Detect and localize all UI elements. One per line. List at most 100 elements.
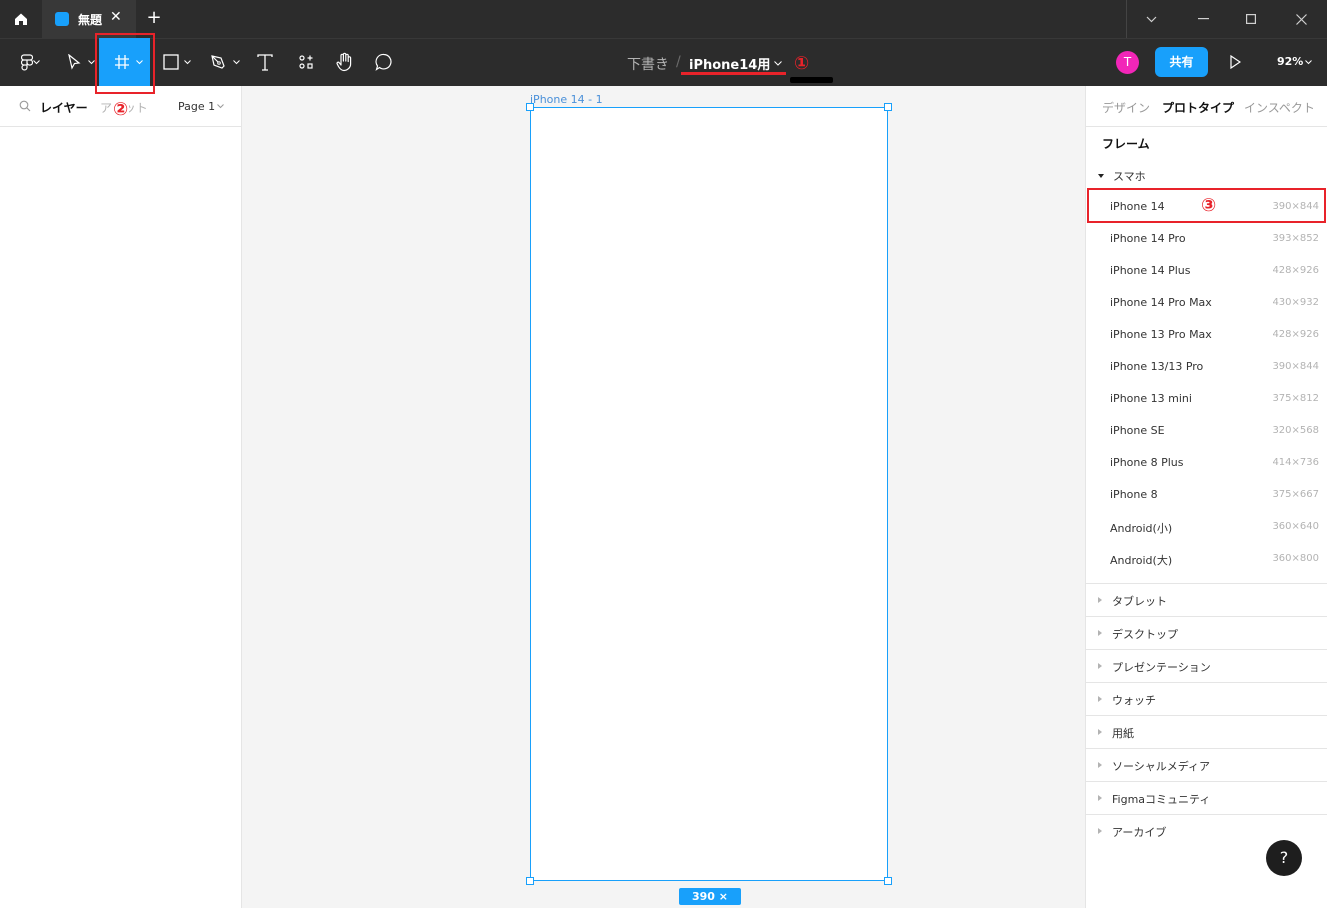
preset-name: iPhone 13 Pro Max [1110,328,1212,341]
file-icon [55,12,69,26]
triangle-right-icon [1098,729,1102,735]
preset-name: iPhone 13/13 Pro [1110,360,1204,373]
annotation-marker-3: ③ [1201,195,1217,216]
shape-tool[interactable] [158,38,184,86]
cursor-icon [68,54,81,70]
breadcrumb-draft-link[interactable]: 下書き [627,54,669,74]
chevron-down-icon[interactable] [217,104,224,109]
chevron-down-icon[interactable] [1128,0,1174,38]
pen-tool[interactable] [205,38,231,86]
preset-name: iPhone SE [1110,424,1165,437]
search-icon[interactable] [19,100,31,112]
help-button[interactable]: ? [1266,840,1302,876]
maximize-button[interactable] [1228,0,1274,38]
preset-group-collapsed[interactable]: デスクトップ [1086,616,1327,649]
file-name-button[interactable]: iPhone14用 [689,54,770,73]
preset-group-collapsed[interactable]: Figmaコミュニティ [1086,781,1327,814]
preset-group-label: スマホ [1113,170,1146,183]
close-window-button[interactable] [1278,0,1324,38]
hand-tool[interactable] [331,38,359,86]
comment-tool[interactable] [370,38,398,86]
preset-size: 390×844 [1272,201,1319,212]
preset-item[interactable]: iPhone 13 Pro Max 428×926 [1086,319,1327,351]
home-button[interactable] [0,0,42,38]
tab-prototype[interactable]: プロトタイプ [1162,99,1234,116]
new-tab-button[interactable]: + [145,8,163,28]
preset-item[interactable]: iPhone 14 Pro 393×852 [1086,223,1327,255]
chevron-down-icon [88,60,95,65]
triangle-right-icon [1098,696,1102,702]
move-tool[interactable] [60,38,88,86]
preset-name: iPhone 14 Plus [1110,264,1191,277]
preset-item[interactable]: iPhone 8 375×667 [1086,479,1327,511]
chevron-down-icon[interactable] [774,61,782,66]
preset-item[interactable]: iPhone 14 Pro Max 430×932 [1086,287,1327,319]
divider [1086,126,1327,127]
share-button[interactable]: 共有 [1155,47,1208,77]
figma-logo-icon [21,53,33,71]
tab-layers[interactable]: レイヤー [40,99,88,116]
preset-group-collapsed[interactable]: ウォッチ [1086,682,1327,715]
preset-size: 430×932 [1272,297,1319,308]
preset-item[interactable]: iPhone 13/13 Pro 390×844 [1086,351,1327,383]
preset-group-collapsed[interactable]: プレゼンテーション [1086,649,1327,682]
annotation-marker-2: ② [112,99,130,120]
triangle-right-icon [1098,828,1102,834]
resize-handle[interactable] [526,103,534,111]
title-bar: 無題 ✕ + [0,0,1327,38]
zoom-level[interactable]: 92% [1277,55,1303,68]
text-icon [257,53,273,71]
frame-presets-title: フレーム [1102,137,1150,151]
tab-inspect[interactable]: インスペクト [1244,99,1315,116]
avatar[interactable]: T [1116,51,1139,74]
preset-group-phone[interactable]: スマホ [1098,168,1146,184]
minimize-button[interactable] [1180,0,1226,38]
chevron-down-icon[interactable] [1305,60,1312,65]
preset-item[interactable]: iPhone 13 mini 375×812 [1086,383,1327,415]
resources-tool[interactable] [292,38,320,86]
triangle-right-icon [1098,795,1102,801]
preset-size: 360×800 [1272,553,1319,564]
frame-tool[interactable] [99,38,150,86]
resize-handle[interactable] [526,877,534,885]
chevron-down-icon [136,60,143,65]
resize-handle[interactable] [884,877,892,885]
breadcrumb-separator: / [676,54,681,70]
preset-item[interactable]: Android(小) 360×640 [1086,511,1327,543]
text-tool[interactable] [252,38,278,86]
iphone-frame[interactable] [530,107,888,881]
play-icon [1230,54,1242,70]
close-tab-icon[interactable]: ✕ [110,9,122,25]
triangle-down-icon [1098,174,1104,178]
preset-group-collapsed[interactable]: 用紙 [1086,715,1327,748]
preset-group-collapsed[interactable]: ソーシャルメディア [1086,748,1327,781]
preset-name: Android(小) [1110,522,1173,535]
preset-item[interactable]: iPhone 14 Plus 428×926 [1086,255,1327,287]
preset-name: Android(大) [1110,554,1173,567]
resize-handle[interactable] [884,103,892,111]
preset-name: iPhone 13 mini [1110,392,1192,405]
preset-item[interactable]: iPhone SE 320×568 [1086,415,1327,447]
preset-name: iPhone 14 Pro Max [1110,296,1212,309]
preset-size: 414×736 [1272,457,1319,468]
preset-size: 393×852 [1272,233,1319,244]
preset-name: iPhone 14 [1110,200,1165,213]
frame-label[interactable]: iPhone 14 - 1 [530,93,603,106]
preset-item[interactable]: iPhone 8 Plus 414×736 [1086,447,1327,479]
chevron-down-icon [184,60,191,65]
preset-group-collapsed[interactable]: タブレット [1086,583,1327,616]
page-select[interactable]: Page 1 [178,100,215,113]
divider [1126,0,1127,38]
components-icon [299,55,313,69]
preset-name: iPhone 8 Plus [1110,456,1184,469]
present-button[interactable] [1230,54,1242,73]
file-tab[interactable]: 無題 ✕ [42,0,136,38]
triangle-right-icon [1098,663,1102,669]
preset-group-label: タブレット [1112,595,1167,608]
preset-item[interactable]: Android(大) 360×800 [1086,543,1327,575]
comment-icon [375,53,392,71]
preset-size: 375×812 [1272,393,1319,404]
preset-group-label: ソーシャルメディア [1112,760,1211,773]
preset-name: iPhone 14 Pro [1110,232,1186,245]
tab-design[interactable]: デザイン [1102,99,1150,116]
